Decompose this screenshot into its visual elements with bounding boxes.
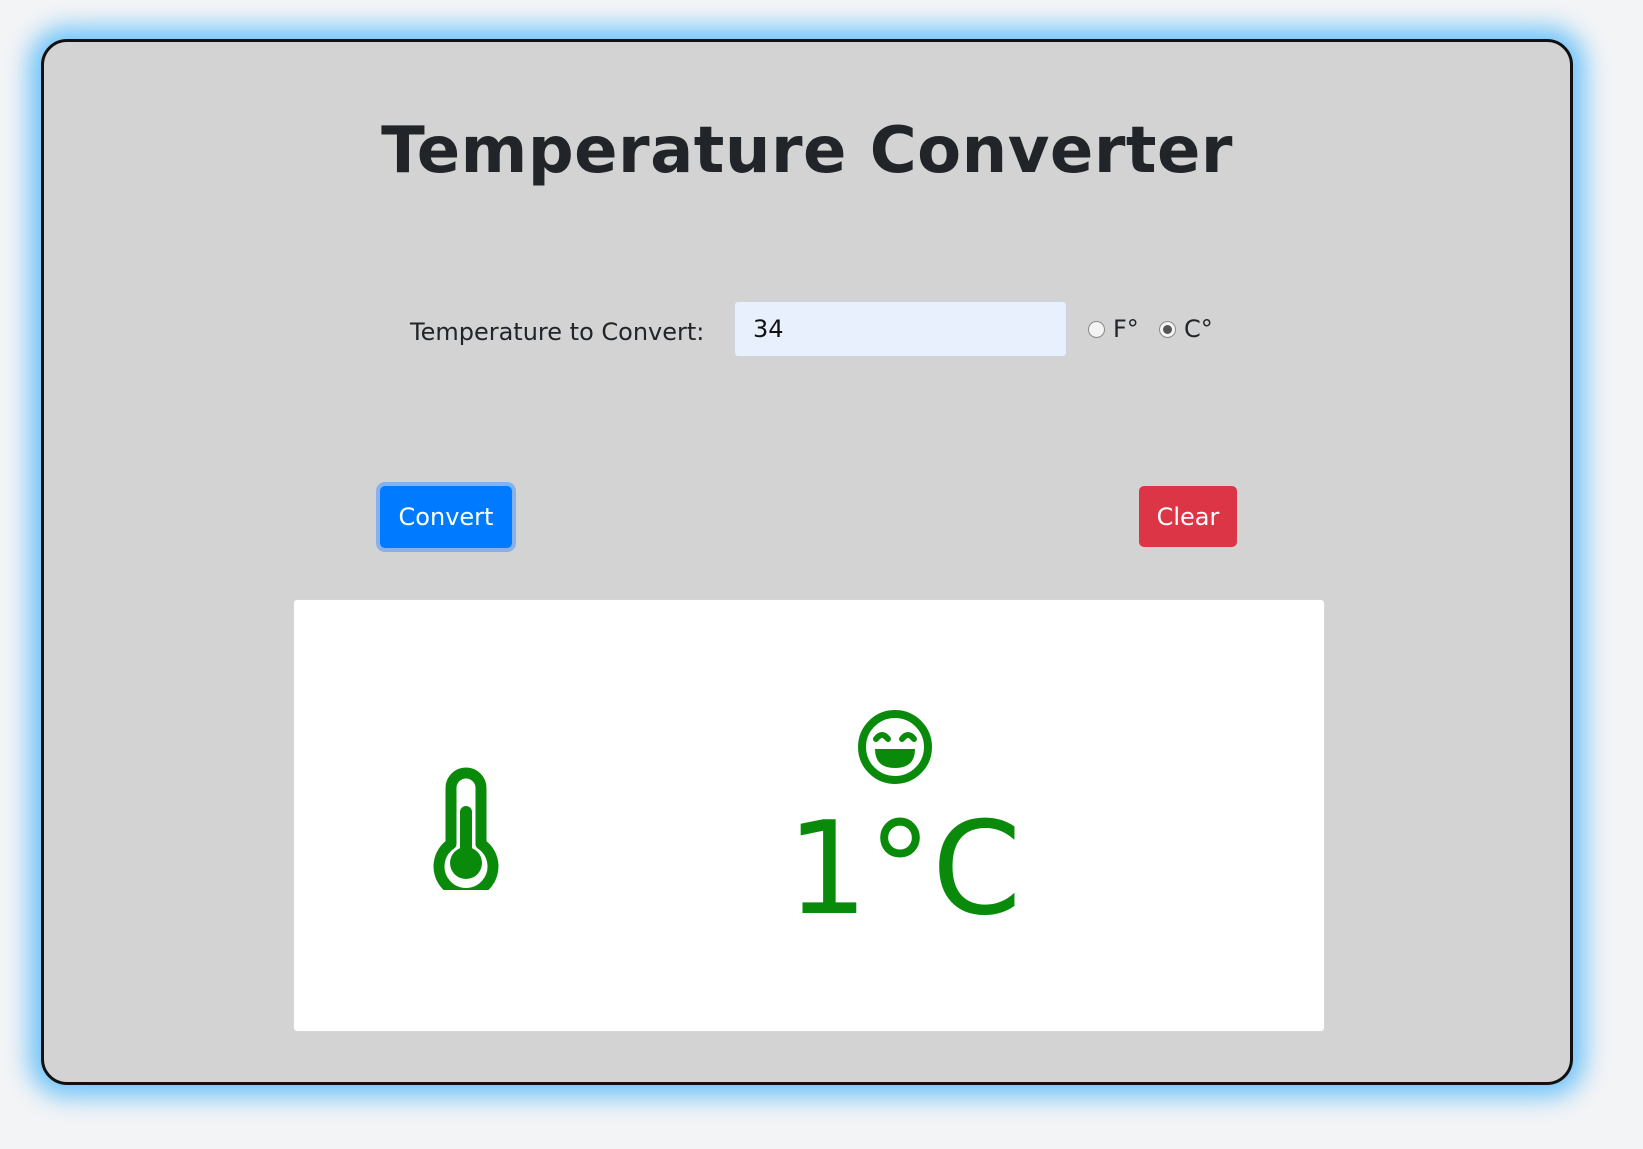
converted-temperature: 1°C xyxy=(786,795,1022,944)
unit-c-radio[interactable]: C° xyxy=(1159,315,1213,343)
unit-c-label: C° xyxy=(1184,315,1213,343)
thermometer-icon xyxy=(433,767,499,890)
unit-f-radio[interactable]: F° xyxy=(1088,315,1139,343)
convert-button[interactable]: Convert xyxy=(380,486,512,548)
temperature-label: Temperature to Convert: xyxy=(410,318,705,346)
radio-f-circle[interactable] xyxy=(1088,320,1105,338)
unit-f-label: F° xyxy=(1113,315,1139,343)
clear-button[interactable]: Clear xyxy=(1139,486,1237,547)
converter-card: Temperature Converter Temperature to Con… xyxy=(41,39,1573,1085)
page-title: Temperature Converter xyxy=(381,114,1233,188)
temperature-input[interactable] xyxy=(734,301,1067,357)
radio-c-circle[interactable] xyxy=(1159,320,1176,338)
grinning-face-icon xyxy=(858,710,932,784)
result-panel: 1°C xyxy=(293,599,1325,1032)
